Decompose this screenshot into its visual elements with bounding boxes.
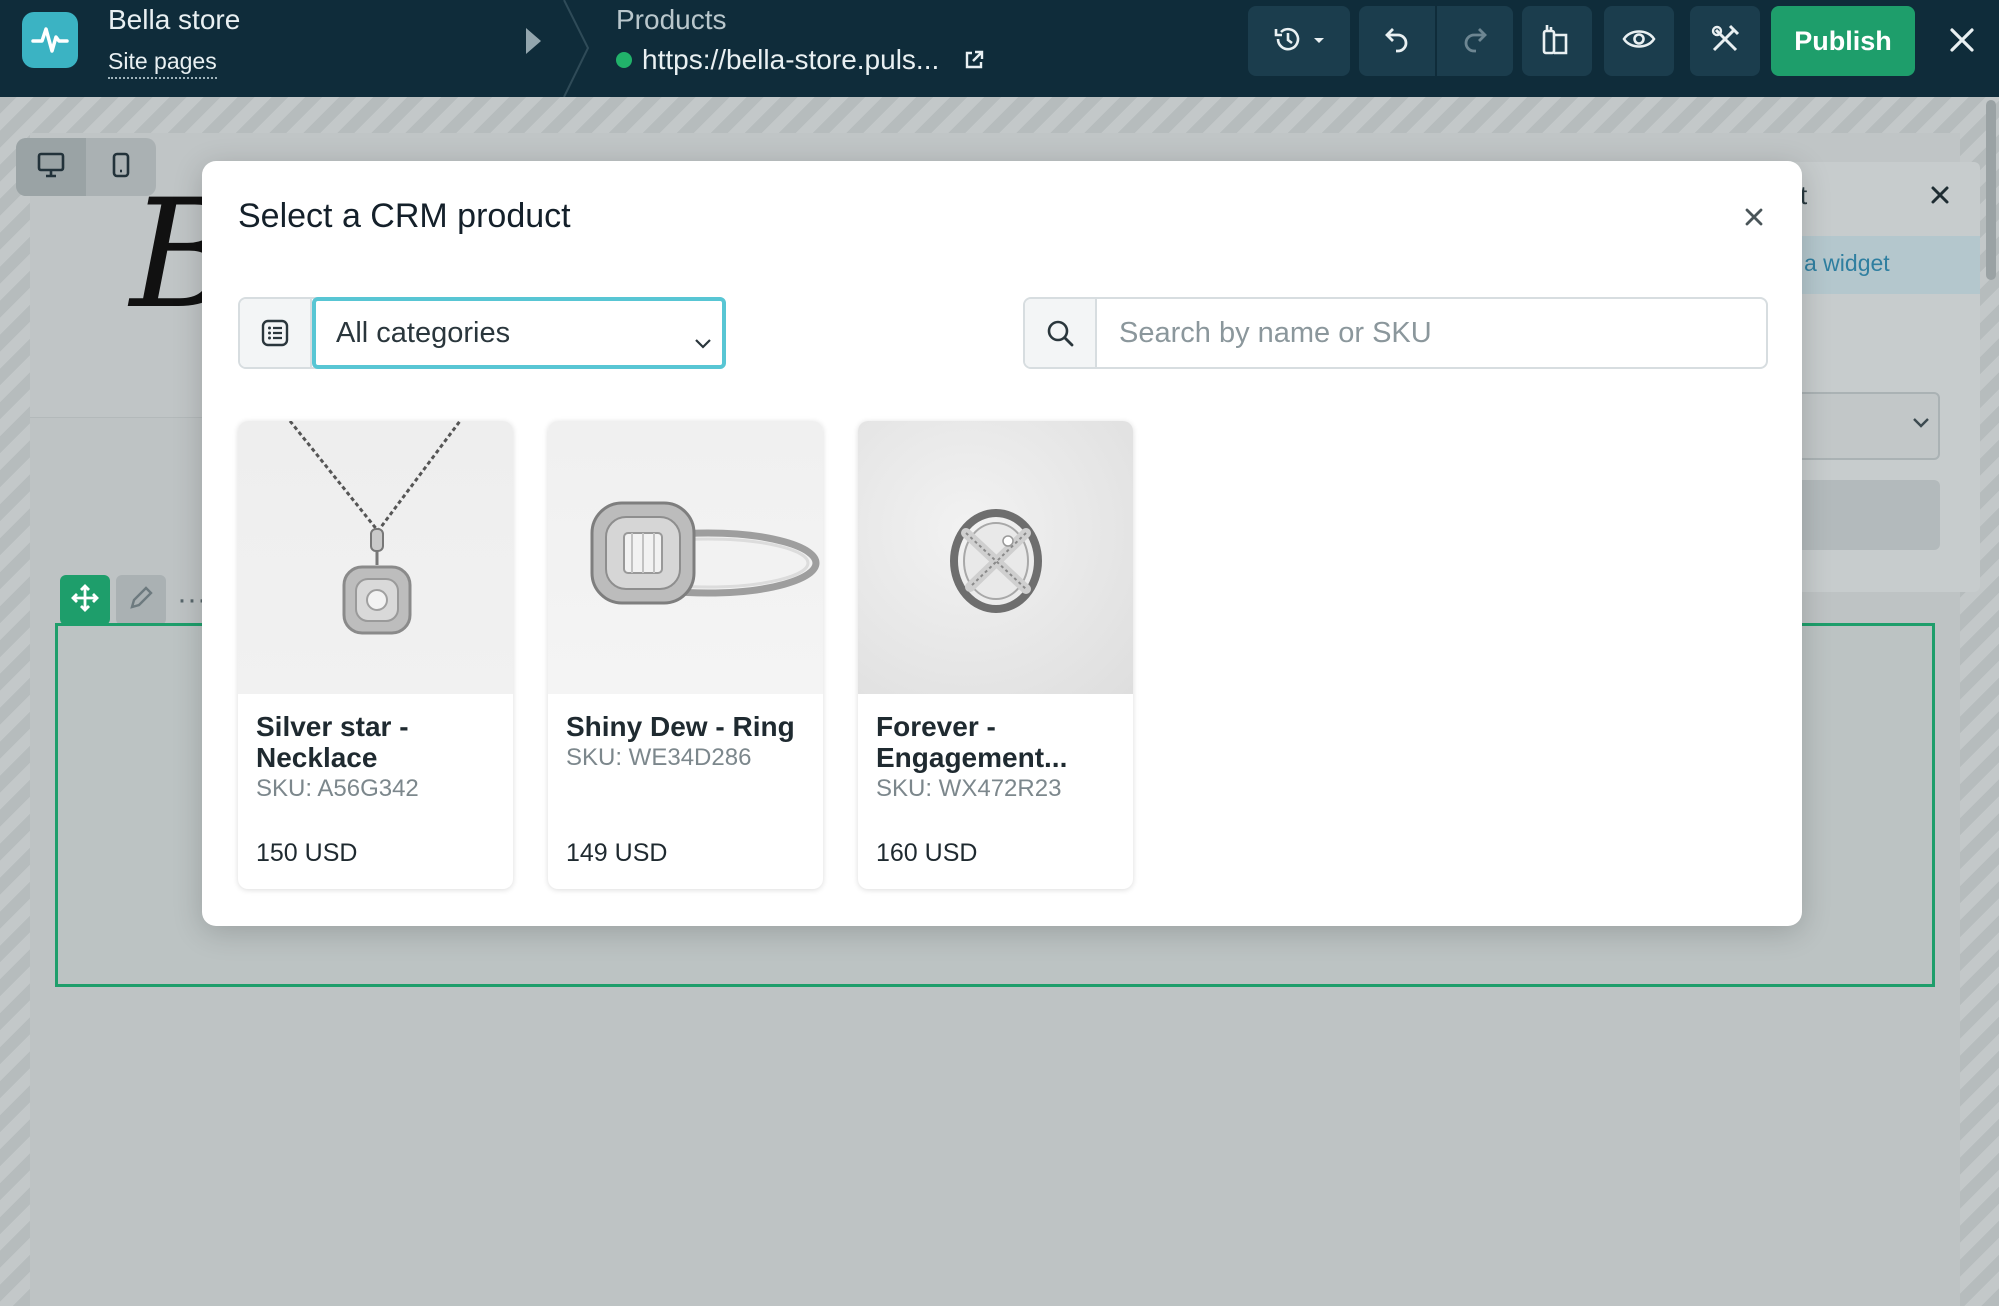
modal-title: Select a CRM product [238, 197, 571, 235]
product-price: 150 USD [256, 839, 358, 867]
edit-widget-button[interactable] [116, 575, 166, 625]
product-price: 160 USD [876, 839, 978, 867]
device-toggle [16, 138, 156, 196]
redo-icon [1460, 24, 1490, 59]
tools-button[interactable] [1690, 6, 1760, 76]
expand-arrow-icon[interactable] [526, 28, 541, 54]
chevron-down-icon [694, 325, 712, 358]
product-search [1023, 297, 1768, 369]
chevron-down-icon [1912, 416, 1930, 434]
settings-widget-link[interactable]: a widget [1804, 250, 1890, 277]
page-url-text[interactable]: https://bella-store.puls... [642, 44, 939, 76]
history-button[interactable] [1248, 6, 1350, 76]
settings-close-icon[interactable] [1925, 180, 1955, 210]
category-select-value: All categories [336, 316, 511, 349]
preview-button[interactable] [1604, 6, 1674, 76]
publish-button[interactable]: Publish [1771, 6, 1915, 76]
necklace-image [238, 421, 513, 694]
product-name: Shiny Dew - Ring [566, 711, 795, 742]
external-link-icon[interactable] [963, 49, 985, 71]
engagement-ring-image [858, 421, 1133, 694]
widget-toolbar: ··· [60, 575, 212, 625]
pulse-logo-icon[interactable] [22, 12, 78, 68]
product-list: Silver star - Necklace SKU: A56G342 150 … [238, 421, 1133, 889]
design-button[interactable] [1522, 6, 1592, 76]
close-editor-icon[interactable] [1940, 18, 1984, 62]
product-name: Silver star - Necklace [256, 711, 409, 773]
mobile-icon [112, 152, 130, 183]
mobile-view-button[interactable] [86, 138, 156, 196]
settings-button[interactable] [1780, 480, 1940, 550]
product-price: 149 USD [566, 839, 668, 867]
move-widget-button[interactable] [60, 575, 110, 625]
page-name: Products [616, 4, 727, 35]
product-name: Forever - Engagement... [876, 711, 1068, 773]
published-status-dot [616, 52, 632, 68]
tools-icon [1708, 22, 1742, 61]
history-icon [1272, 24, 1306, 59]
pencil-icon [128, 585, 154, 616]
site-name: Bella store [108, 4, 241, 35]
undo-icon [1382, 24, 1412, 59]
move-icon [70, 583, 100, 618]
ring-image [548, 421, 823, 694]
breadcrumb-separator [563, 0, 590, 97]
select-product-modal: Select a CRM product All categories Sear… [202, 161, 1802, 926]
product-card[interactable]: Forever - Engagement... SKU: WX472R23 16… [858, 421, 1133, 889]
redo-button[interactable] [1437, 6, 1513, 76]
search-icon [1025, 299, 1097, 367]
search-input[interactable] [1097, 299, 1766, 367]
close-icon[interactable] [1738, 201, 1770, 233]
chevron-down-icon [1312, 32, 1326, 50]
product-card[interactable]: Shiny Dew - Ring SKU: WE34D286 149 USD [548, 421, 823, 889]
site-pages-link[interactable]: Site pages [108, 48, 217, 79]
undo-button[interactable] [1359, 6, 1435, 76]
editor-topbar: Bella store Site pages Products https://… [0, 0, 1999, 97]
desktop-view-button[interactable] [16, 138, 86, 196]
product-card[interactable]: Silver star - Necklace SKU: A56G342 150 … [238, 421, 513, 889]
paint-icon [1539, 21, 1575, 62]
category-filter: All categories [238, 297, 726, 369]
page-url[interactable]: https://bella-store.puls... [616, 44, 985, 76]
product-sku: SKU: WX472R23 [876, 775, 1062, 802]
scrollbar[interactable] [1986, 100, 1996, 280]
eye-icon [1622, 27, 1656, 56]
list-icon [240, 299, 312, 367]
product-sku: SKU: WE34D286 [566, 744, 752, 771]
product-sku: SKU: A56G342 [256, 775, 419, 802]
desktop-icon [37, 152, 65, 183]
category-select[interactable]: All categories [312, 297, 726, 369]
